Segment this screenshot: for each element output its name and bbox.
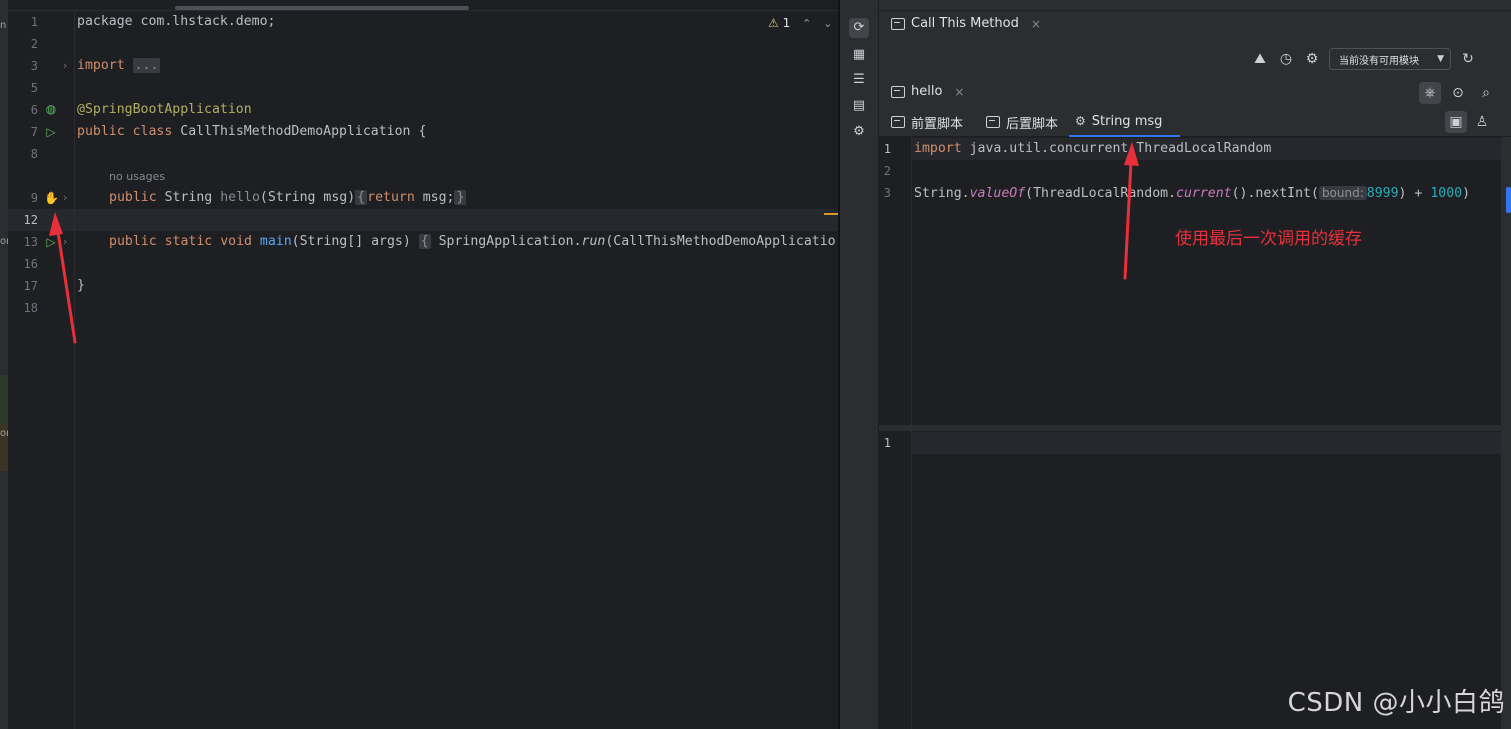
inspect-icon[interactable]: ⌕ [1475, 82, 1497, 104]
left-tool-strip: n or or [0, 0, 10, 729]
person-icon[interactable]: ♙ [1471, 111, 1493, 133]
code-line: import java.util.concurrent.ThreadLocalR… [914, 141, 1272, 156]
tab-pre-script[interactable]: 前置脚本 [885, 107, 969, 137]
gear-icon: ⚙ [1075, 114, 1086, 128]
script-icon [891, 116, 905, 128]
line-number: 2 [883, 164, 891, 178]
line-number: 9 [30, 191, 38, 205]
module-select[interactable]: 当前没有可用模块 ▼ [1329, 48, 1451, 70]
run-icon[interactable]: ▷ [44, 125, 58, 139]
line-number: 6 [30, 103, 38, 117]
line-number: 1 [883, 142, 891, 156]
line-number: 17 [23, 279, 38, 293]
close-icon[interactable]: × [954, 85, 964, 99]
usage-hint[interactable]: no usages [109, 170, 165, 183]
spring-bean-icon[interactable]: ◍ [44, 102, 58, 116]
annotation-label: 使用最后一次调用的缓存 [1175, 229, 1362, 249]
history-icon[interactable]: ◷ [1277, 50, 1295, 68]
code-line: @SpringBootApplication [77, 102, 252, 117]
run-icon[interactable]: ▷ [44, 235, 58, 249]
tab-string-msg[interactable]: ⚙ String msg [1069, 107, 1180, 137]
window-icon[interactable]: ▤ [849, 96, 869, 116]
chevron-up-icon[interactable]: ⌃ [802, 17, 811, 30]
strip-fragment: n [0, 20, 7, 31]
code-line: } [77, 278, 85, 293]
method-icon [891, 17, 905, 30]
call-method-icon[interactable]: ✋ [44, 191, 59, 205]
gear-icon[interactable]: ⚙ [849, 122, 869, 142]
inspection-widget[interactable]: ⚠ 1 ⌃ ⌄ [768, 16, 832, 30]
method-toolbar: ⎈ ⊙ ⌕ [1419, 82, 1497, 104]
invoke-icon[interactable]: ⎈ [1419, 82, 1441, 104]
code-line: public class CallThisMethodDemoApplicati… [77, 124, 427, 139]
call-this-method-panel: Call This Method × ⛰ ◷ ⚙ 当前没有可用模块 ▼ ↻ he… [879, 0, 1511, 729]
line-number: 8 [30, 147, 38, 161]
target-icon[interactable]: ⊙ [1447, 82, 1469, 104]
code-line: public static void main(String[] args) {… [109, 234, 836, 249]
code-line: import ... [77, 58, 161, 73]
sliders-icon[interactable]: ☰ [849, 70, 869, 90]
panel-toolbar: ⛰ ◷ ⚙ 当前没有可用模块 ▼ ↻ [1251, 48, 1477, 70]
line-number: 5 [30, 81, 38, 95]
line-number: 2 [30, 37, 38, 51]
fold-chevron-icon[interactable]: › [63, 59, 67, 72]
line-number: 18 [23, 301, 38, 315]
strip-marker [0, 375, 8, 423]
line-number: 1 [30, 15, 38, 29]
current-line-highlight [8, 209, 838, 231]
code-line: String.valueOf(ThreadLocalRandom.current… [914, 186, 1471, 201]
fold-chevron-icon[interactable]: › [63, 191, 67, 204]
grid-icon[interactable]: ▦ [849, 45, 869, 65]
param-hint: bound: [1318, 186, 1367, 200]
line-number: 16 [23, 257, 38, 271]
watermark: CSDN @小小白鸽 [1287, 688, 1505, 718]
code-line: package com.lhstack.demo; [77, 14, 276, 29]
dropdown-arrow-icon: ▼ [1437, 54, 1444, 64]
code-line: public String hello(String msg){return m… [109, 190, 467, 205]
parameter-script-editor[interactable]: 1 2 3 import java.util.concurrent.Thread… [879, 137, 1501, 425]
refresh-icon[interactable]: ↻ [1459, 50, 1477, 68]
spring-icon[interactable]: ⛰ [1251, 50, 1269, 68]
tab-call-this-method[interactable]: Call This Method × [891, 16, 1041, 31]
script-tabs: 前置脚本 后置脚本 ⚙ String msg ▣ ♙ [879, 107, 1511, 137]
tab-post-script[interactable]: 后置脚本 [980, 107, 1064, 137]
line-number: 3 [883, 186, 891, 200]
warning-count: 1 [782, 16, 791, 30]
line-number: 3 [30, 59, 38, 73]
settings-icon[interactable]: ⚙ [1303, 50, 1321, 68]
close-icon[interactable]: × [1031, 17, 1041, 31]
chevron-down-icon[interactable]: ⌄ [823, 17, 832, 30]
code-editor[interactable]: ⚠ 1 ⌃ ⌄ 1 2 3 5 6 7 8 9 12 13 16 17 18 ›… [8, 0, 838, 729]
line-number: 1 [883, 436, 891, 450]
warning-icon: ⚠ [768, 16, 779, 30]
method-icon [891, 85, 905, 98]
folded-imports[interactable]: ... [132, 58, 161, 73]
fold-chevron-icon[interactable]: › [63, 235, 67, 248]
line-number: 12 [23, 213, 38, 227]
scrollbar-marker[interactable] [1506, 187, 1511, 213]
script-mode-icon[interactable]: ▣ [1445, 111, 1467, 133]
tool-window-strip: ⟳ ▦ ☰ ▤ ⚙ [840, 0, 879, 729]
line-number: 13 [23, 235, 38, 249]
script-icon [986, 116, 1000, 128]
line-number: 7 [30, 125, 38, 139]
call-method-tool-icon[interactable]: ⟳ [849, 18, 869, 38]
tab-hello[interactable]: hello × [891, 84, 964, 99]
